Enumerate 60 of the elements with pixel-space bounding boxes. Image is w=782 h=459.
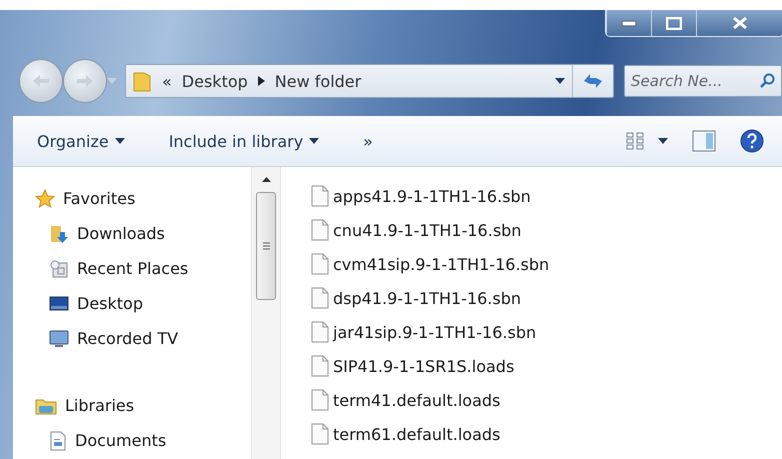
file-item[interactable]: SIP41.9-1-1SR1S.loads <box>311 349 550 383</box>
toolbar-menu-button[interactable]: Organize <box>33 130 129 152</box>
back-button[interactable] <box>19 59 63 103</box>
blank-file-icon <box>311 355 329 377</box>
blank-file-icon <box>311 321 329 343</box>
back-arrow-icon <box>32 74 50 88</box>
nav-item[interactable]: Documents <box>35 423 251 458</box>
file-item[interactable]: cnu41.9-1-1TH1-16.sbn <box>311 213 550 247</box>
search-icon <box>759 73 775 89</box>
folder-icon <box>132 70 152 92</box>
preview-pane-icon[interactable] <box>692 130 716 152</box>
minimize-icon <box>622 20 636 26</box>
monitor-icon <box>49 328 69 348</box>
breadcrumb[interactable]: New folder <box>274 72 362 90</box>
blank-file-icon <box>311 287 329 309</box>
file-item[interactable]: cvm41sip.9-1-1TH1-16.sbn <box>311 247 550 281</box>
file-item[interactable]: term41.default.loads <box>311 383 550 417</box>
nav-item[interactable]: Recent Places <box>35 251 251 286</box>
nav-group-header[interactable]: Favorites <box>35 181 251 216</box>
file-item[interactable]: jar41sip.9-1-1TH1-16.sbn <box>311 315 550 349</box>
document-icon <box>49 430 67 450</box>
dropdown-caret-icon <box>555 78 565 84</box>
close-icon <box>732 16 748 30</box>
star-icon <box>35 188 55 208</box>
scroll-thumb[interactable] <box>256 192 276 300</box>
close-button[interactable] <box>696 10 782 36</box>
view-options-icon[interactable] <box>626 132 646 150</box>
help-icon[interactable] <box>740 129 764 153</box>
blank-file-icon <box>311 219 329 241</box>
more-commands-button[interactable]: » <box>359 130 377 152</box>
forward-button[interactable] <box>63 59 107 103</box>
forward-arrow-icon <box>76 74 94 88</box>
nav-item[interactable]: Recorded TV <box>35 321 251 356</box>
breadcrumb[interactable]: Desktop <box>182 72 248 90</box>
blank-file-icon <box>311 389 329 411</box>
nav-item[interactable]: Downloads <box>35 216 251 251</box>
nav-item[interactable]: Desktop <box>35 286 251 321</box>
grip-icon <box>262 242 270 250</box>
blank-file-icon <box>311 253 329 275</box>
view-caret-icon <box>658 138 668 144</box>
maximize-icon <box>666 16 682 30</box>
blank-file-icon <box>311 185 329 207</box>
breadcrumb-separator-icon[interactable] <box>258 76 265 86</box>
scrollbar[interactable] <box>251 167 281 459</box>
address-bar[interactable]: « Desktop New folder <box>125 64 614 98</box>
refresh-arrows-icon <box>582 72 604 90</box>
file-item[interactable]: dsp41.9-1-1TH1-16.sbn <box>311 281 550 315</box>
search-field[interactable]: Search Ne... <box>624 65 782 97</box>
minimize-button[interactable] <box>606 10 651 36</box>
scroll-up-icon[interactable] <box>262 177 270 182</box>
file-item[interactable]: term61.default.loads <box>311 417 550 451</box>
desktop-icon <box>49 294 69 314</box>
blank-file-icon <box>311 423 329 445</box>
breadcrumb-overflow[interactable]: « <box>162 72 172 90</box>
recent-places-icon <box>49 258 69 278</box>
toolbar-menu-button[interactable]: Include in library <box>164 130 324 152</box>
folder-download-icon <box>49 224 69 244</box>
nav-group-header[interactable]: Libraries <box>35 388 251 423</box>
file-item[interactable]: apps41.9-1-1TH1-16.sbn <box>311 179 550 213</box>
maximize-button[interactable] <box>651 10 696 36</box>
